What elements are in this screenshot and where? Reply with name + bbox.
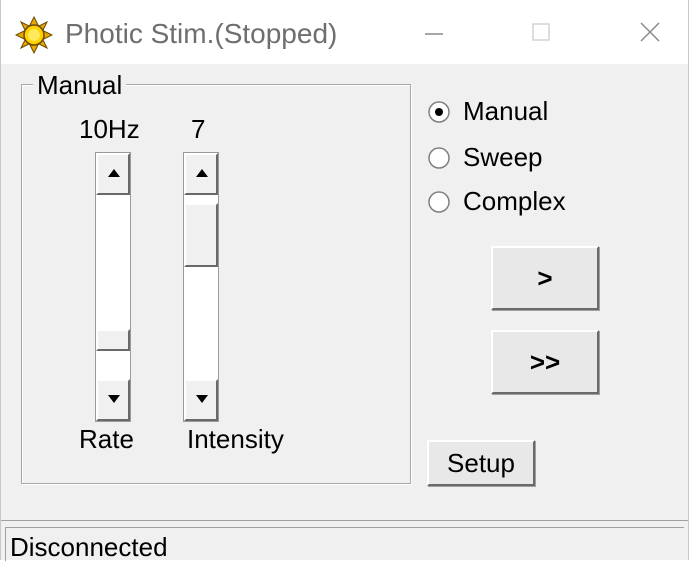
radio-manual[interactable]: Manual (427, 96, 627, 128)
manual-groupbox-label: Manual (33, 70, 127, 101)
status-text: Disconnected (10, 532, 168, 562)
rate-scroll-up-button[interactable] (96, 153, 130, 195)
rate-scrollbar[interactable] (95, 152, 131, 422)
status-bar: Disconnected (1, 520, 688, 562)
radio-manual-label: Manual (463, 96, 549, 126)
radio-complex-label: Complex (463, 186, 566, 216)
rate-caption: Rate (79, 424, 134, 454)
intensity-scroll-down-button[interactable] (184, 379, 218, 421)
radio-unselected-icon (428, 147, 450, 169)
radio-sweep-label: Sweep (463, 142, 543, 172)
rate-scroll-down-button[interactable] (96, 379, 130, 421)
intensity-scrollbar[interactable] (183, 152, 219, 422)
radio-selected-icon (428, 101, 450, 123)
step-forward-button[interactable]: > (491, 246, 599, 310)
intensity-scroll-thumb[interactable] (184, 203, 218, 267)
rate-scroll-thumb[interactable] (96, 329, 130, 351)
status-pane: Disconnected (5, 527, 684, 562)
intensity-scroll-up-button[interactable] (184, 153, 218, 195)
minimize-icon[interactable] (403, 10, 463, 56)
radio-sweep[interactable]: Sweep (427, 142, 627, 174)
intensity-caption: Intensity (187, 424, 284, 454)
radio-complex[interactable]: Complex (427, 186, 627, 218)
rate-value-label: 10Hz (79, 114, 140, 144)
fast-forward-button[interactable]: >> (491, 330, 599, 394)
arrow-down-icon (108, 395, 120, 403)
photic-stim-window: Photic Stim.(Stopped) Manual 10Hz 7 Rate… (0, 0, 689, 562)
arrow-down-icon (196, 395, 208, 403)
maximize-icon[interactable] (511, 10, 571, 56)
setup-button[interactable]: Setup (427, 440, 535, 486)
close-icon[interactable] (619, 10, 679, 56)
sun-icon (15, 16, 53, 54)
window-title: Photic Stim.(Stopped) (65, 18, 338, 49)
radio-unselected-icon (428, 191, 450, 213)
arrow-up-icon (196, 169, 208, 177)
arrow-up-icon (108, 169, 120, 177)
title-bar[interactable]: Photic Stim.(Stopped) (1, 0, 688, 64)
intensity-value-label: 7 (191, 114, 206, 144)
